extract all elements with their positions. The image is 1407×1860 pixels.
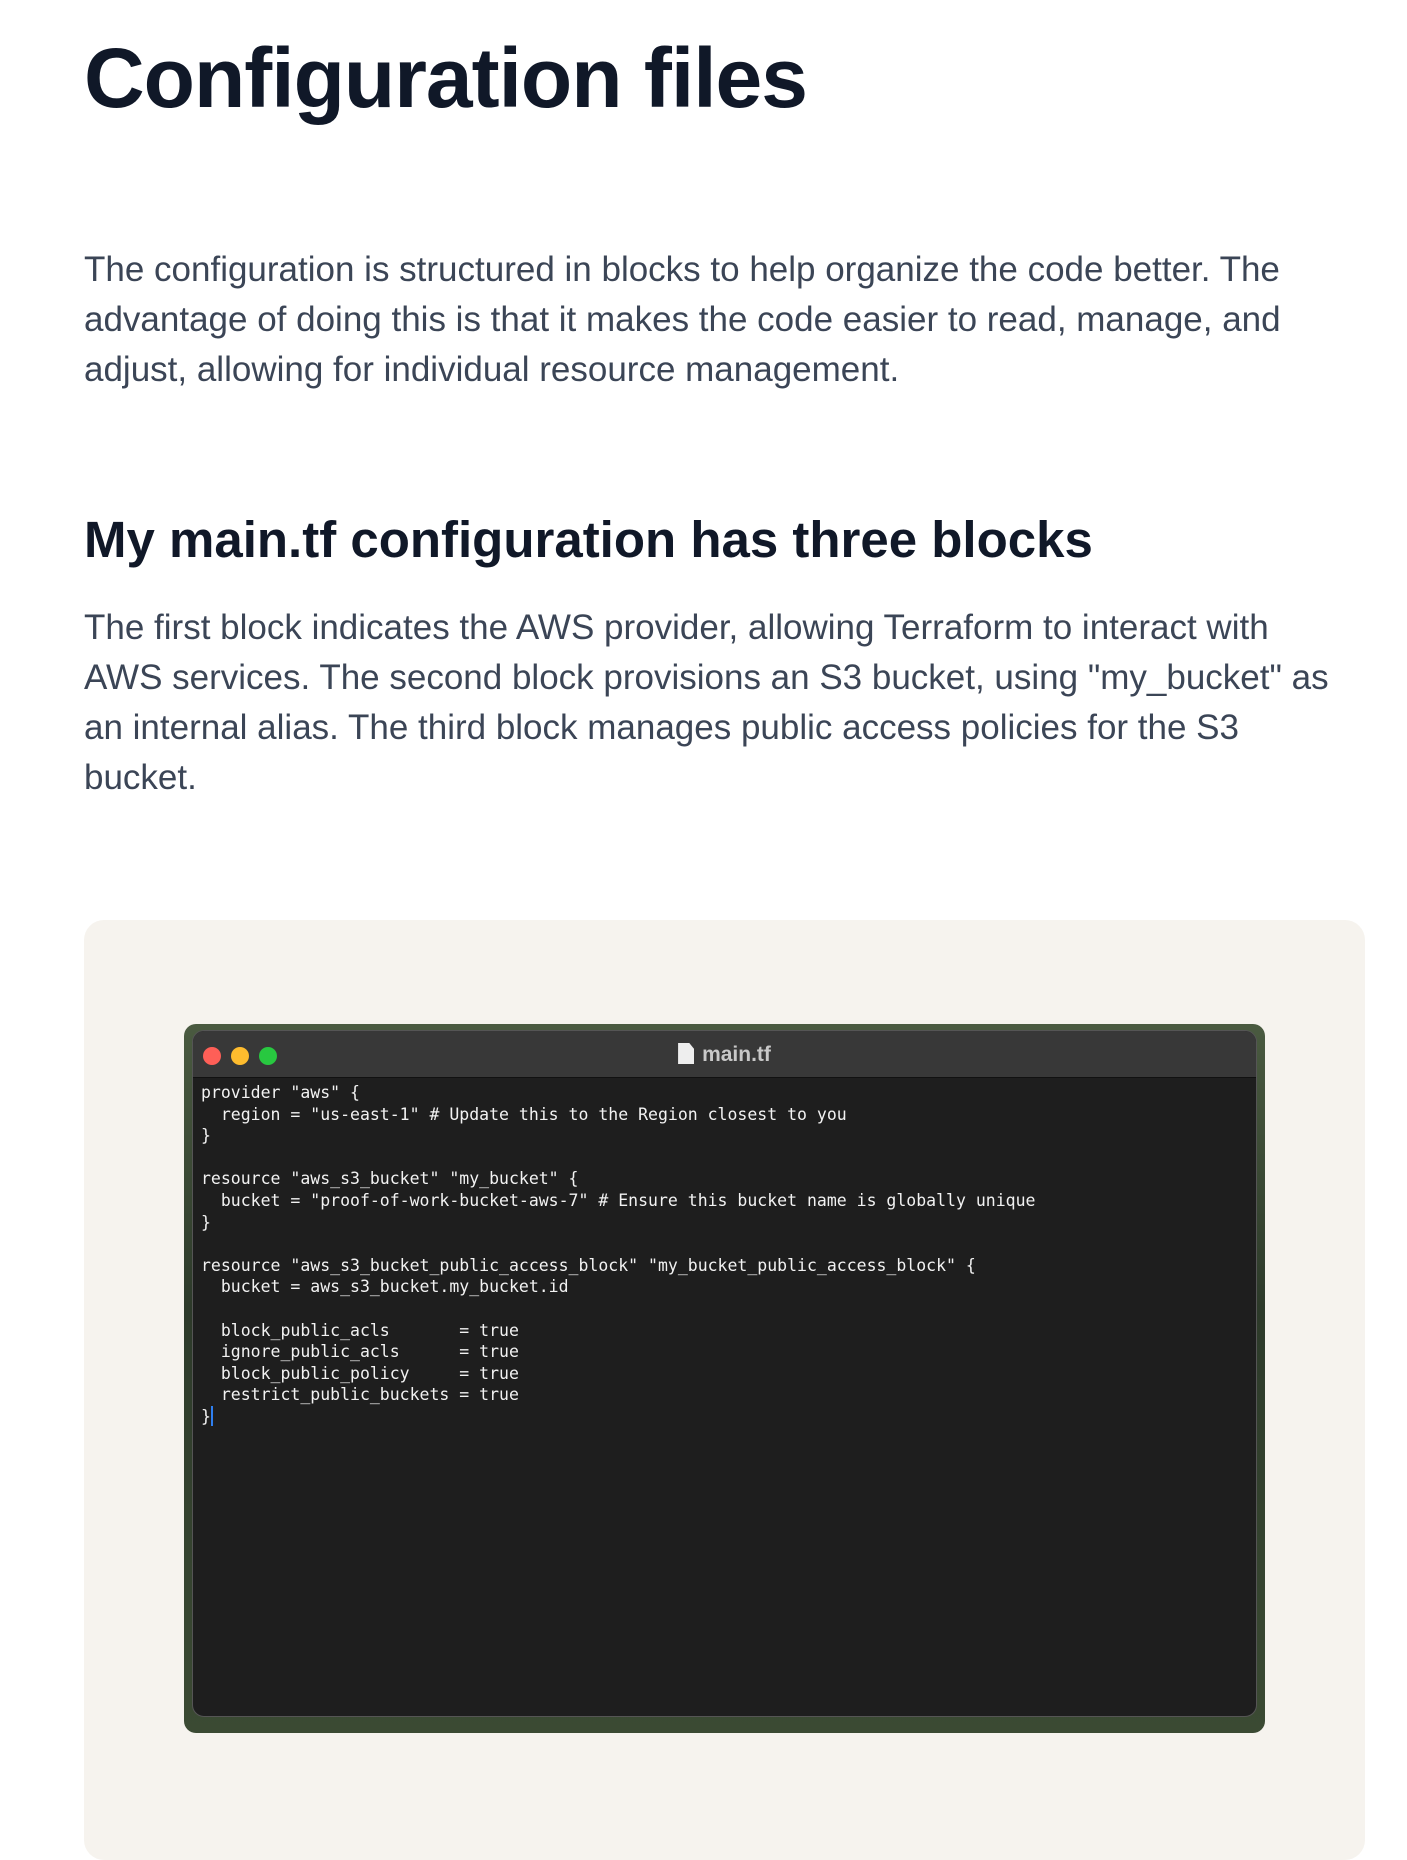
window-titlebar: main.tf: [193, 1031, 1256, 1078]
filename: main.tf: [702, 1043, 771, 1066]
code-text: provider "aws" { region = "us-east-1" # …: [201, 1083, 1036, 1426]
section-heading: My main.tf configuration has three block…: [84, 511, 1093, 568]
code-block: provider "aws" { region = "us-east-1" # …: [193, 1078, 1256, 1428]
editor-window: main.tf provider "aws" { region = "us-ea…: [192, 1030, 1257, 1717]
file-icon: [678, 1043, 695, 1064]
page-title: Configuration files: [84, 31, 808, 125]
editor-window-screenshot: main.tf provider "aws" { region = "us-ea…: [184, 1024, 1265, 1733]
intro-paragraph: The configuration is structured in block…: [84, 250, 1281, 389]
window-title: main.tf: [193, 1043, 1256, 1067]
section-paragraph: The first block indicates the AWS provid…: [84, 608, 1329, 797]
text-cursor: [210, 1405, 213, 1426]
